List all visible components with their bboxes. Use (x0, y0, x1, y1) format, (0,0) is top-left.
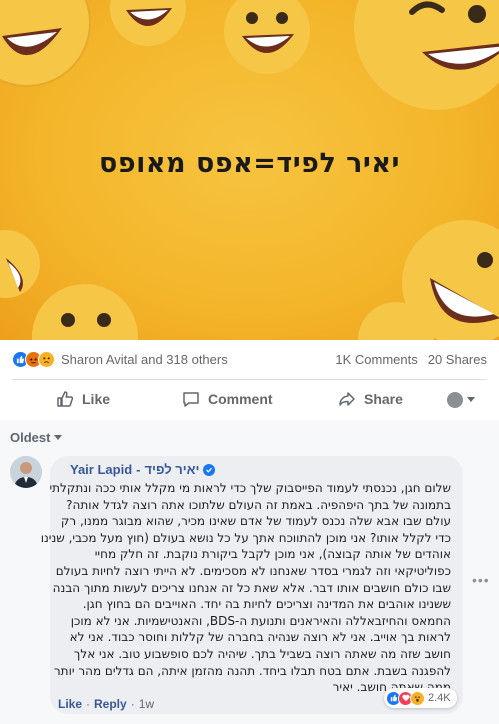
laughing-emoji-icon (0, 0, 91, 87)
caret-down-icon (54, 434, 63, 440)
comment-actions: Like · Reply · 1w (58, 697, 154, 711)
caret-down-icon (467, 397, 475, 402)
comment-button[interactable]: Comment (182, 390, 273, 408)
image-caption: יאיר לפיד=אפס מאופס (99, 148, 400, 179)
separator: · (130, 697, 135, 711)
comments-count[interactable]: 1K Comments (335, 352, 417, 367)
comment-author[interactable]: Yair Lapid - יאיר לפיד (70, 462, 451, 477)
comment-line: לראות בך אוייב. אני לא רוצה שנהיה בחברה … (69, 630, 451, 645)
wow-icon (410, 690, 425, 706)
thumbs-up-icon (57, 391, 74, 407)
separator: · (86, 697, 91, 711)
comment-line: כדי לקלל אותו? אני מוכן להתווכח אתך על כ… (40, 530, 451, 545)
comment-line: להפגנה בשבת. אתם בטח תבלו ביחד. תהנה מהז… (53, 663, 451, 678)
comment-line: חושב שזה מה שאתה רוצה בשביל בתך. שיהיה ל… (73, 646, 451, 661)
laughing-emoji-icon (354, 0, 499, 110)
laughing-emoji-icon (32, 284, 138, 340)
comment-label: Comment (208, 391, 273, 407)
like-button[interactable]: Like (56, 390, 110, 408)
verified-badge-icon (203, 463, 216, 476)
comment-sort-dropdown[interactable]: Oldest (10, 430, 63, 445)
comment-reaction-count: 2.4K (428, 692, 451, 704)
sort-label: Oldest (10, 430, 51, 445)
share-button[interactable]: Share (338, 390, 403, 408)
comment-line: שלום חגן, נכנסתי לעמוד הפייסבוק שלך כדי … (49, 481, 451, 495)
comment-line: אוהדים של אותה קבוצה), אני מוכן לקבל ביק… (94, 547, 451, 562)
author-separator: - (136, 462, 141, 477)
shares-count[interactable]: 20 Shares (428, 352, 487, 367)
laughing-emoji-icon (110, 0, 186, 46)
author-name-he[interactable]: יאיר לפיד (144, 462, 199, 477)
more-options-icon[interactable]: ••• (472, 572, 490, 588)
comment-like-link[interactable]: Like (58, 697, 82, 711)
laughing-emoji-icon (224, 0, 310, 74)
comment-reply-link[interactable]: Reply (94, 697, 127, 711)
speech-bubble-icon (183, 392, 199, 407)
like-label: Like (82, 391, 111, 407)
mini-avatar (447, 392, 463, 408)
share-label: Share (364, 391, 403, 407)
sad-icon (38, 350, 55, 368)
share-arrow-icon (339, 392, 355, 406)
post-image[interactable]: יאיר לפיד=אפס מאופס (0, 0, 499, 340)
comments-section: Oldest Yair Lapid - יאיר לפיד שלום חגן, … (0, 420, 499, 724)
comment-line: החמאס והחיזבאללה והאיראנים ותנועת ה-BDS,… (70, 613, 451, 628)
reactors-summary[interactable]: Sharon Avital and 318 others (61, 352, 228, 367)
reactions-bar: Sharon Avital and 318 others 1K Comments… (0, 340, 499, 378)
comment-line: בתמונה של בתך היפהפיה. באמת זה העולם שלת… (66, 497, 451, 512)
comment-line: ששנינו אוהבים את המדינה וצריכים לחיות בה… (82, 597, 451, 612)
post-action-row: Like Comment Share (0, 380, 499, 420)
comment-text: שלום חגן, נכנסתי לעמוד הפייסבוק שלך כדי … (40, 480, 451, 696)
comment-line: עולם שבו אבא שלה נכנס לעמוד של אדם שאינו… (60, 514, 451, 529)
comment-reactions[interactable]: 2.4K (384, 688, 457, 708)
reaction-icons[interactable] (12, 350, 55, 368)
audience-selector[interactable] (447, 392, 475, 408)
laughing-emoji-icon (402, 220, 499, 340)
avatar[interactable] (10, 456, 42, 488)
comment-timestamp[interactable]: 1w (139, 697, 154, 711)
comment-line: כפוליטיקאי וזה לגמרי בסדר שאנחנו לא מסכי… (55, 563, 451, 578)
comment-line: שבו כולם חושבים אותו דבר. אלא שאת כל זה … (52, 580, 451, 595)
author-name-en[interactable]: Yair Lapid (70, 462, 132, 477)
comment-bubble: Yair Lapid - יאיר לפיד שלום חגן, נכנסתי … (40, 456, 463, 714)
